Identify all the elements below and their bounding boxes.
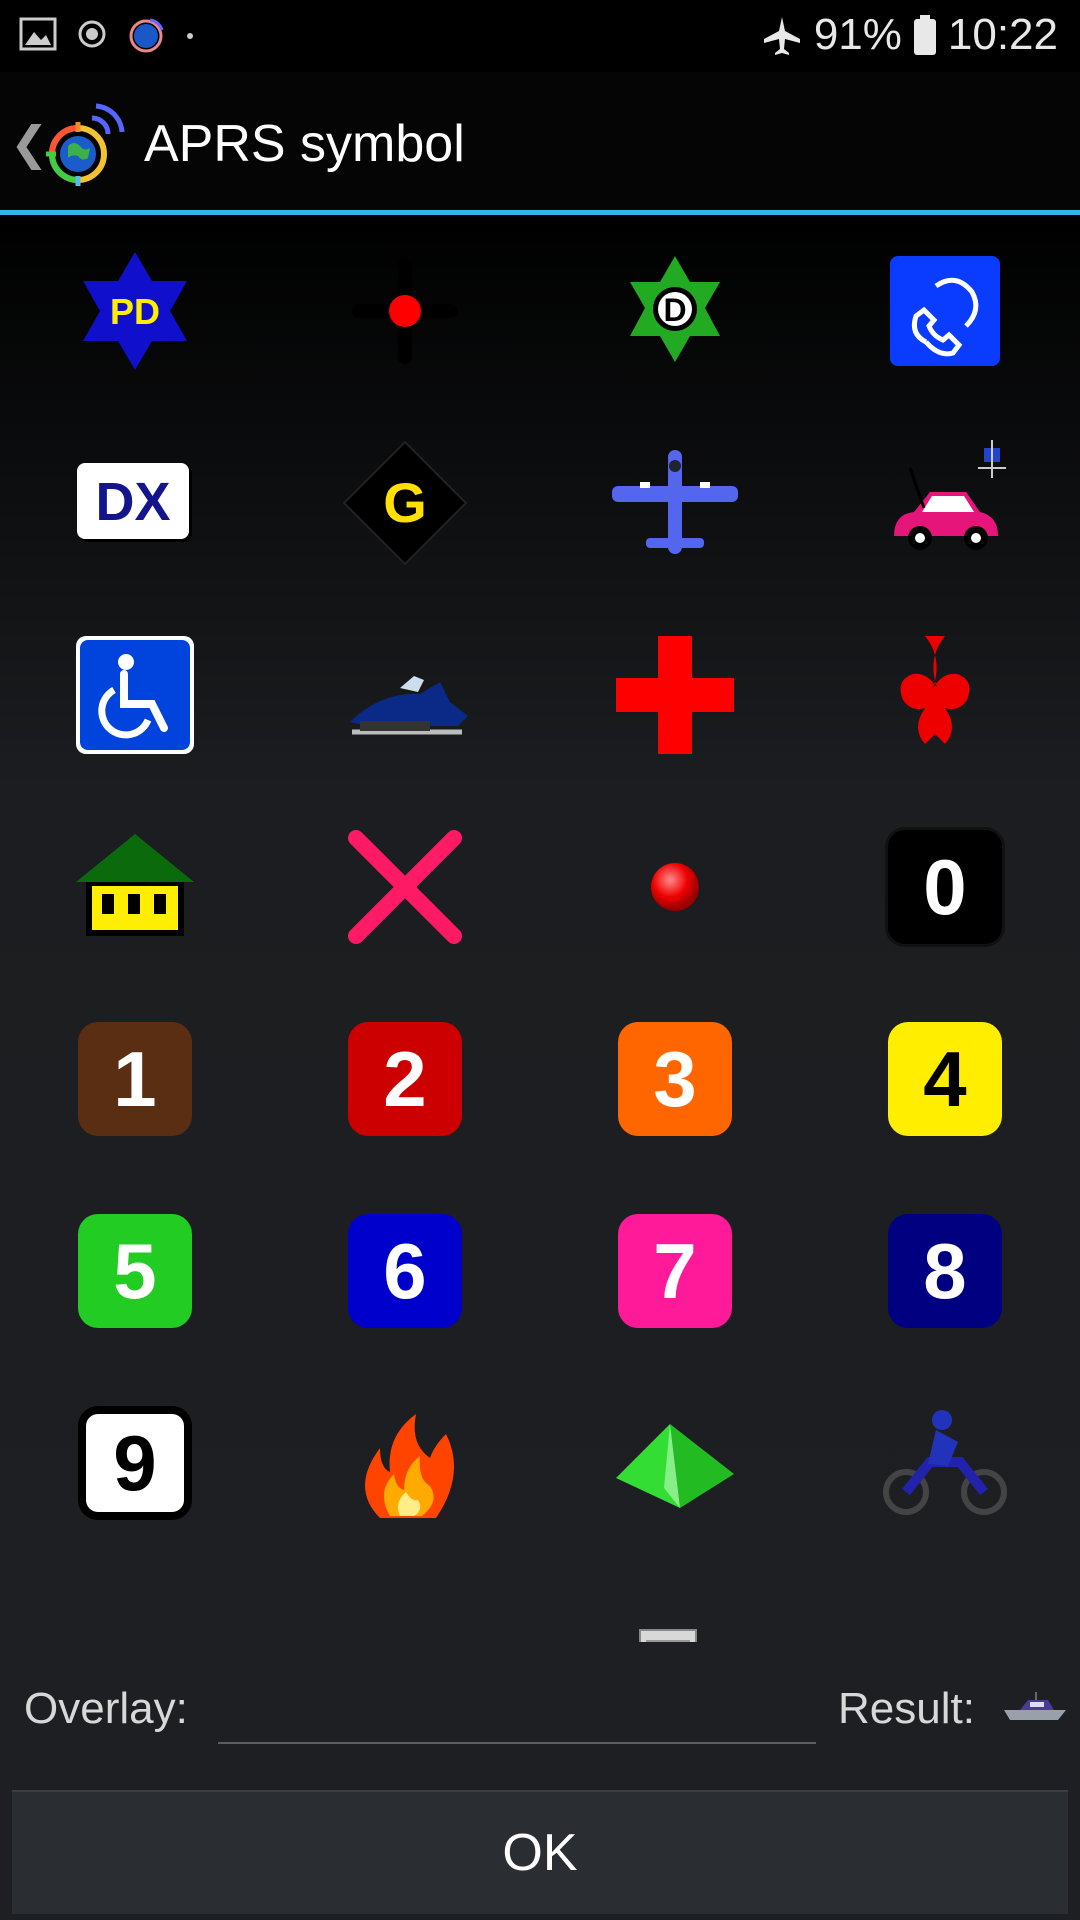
number-7-symbol[interactable]: 7 bbox=[540, 1175, 810, 1367]
server-symbol[interactable] bbox=[540, 1559, 810, 1642]
police-star-label: PD bbox=[110, 291, 160, 332]
number-7-tile: 7 bbox=[618, 1214, 732, 1328]
x-mark-symbol[interactable] bbox=[270, 791, 540, 983]
gateway-diamond-symbol[interactable]: G bbox=[270, 407, 540, 599]
telephone-symbol[interactable] bbox=[810, 215, 1080, 407]
number-5-symbol[interactable]: 5 bbox=[0, 1175, 270, 1367]
number-4-tile: 4 bbox=[888, 1022, 1002, 1136]
snowmobile-symbol[interactable] bbox=[270, 599, 540, 791]
number-6-symbol[interactable]: 6 bbox=[270, 1175, 540, 1367]
motorcycle-symbol[interactable] bbox=[810, 1367, 1080, 1559]
number-8-tile: 8 bbox=[888, 1214, 1002, 1328]
image-icon bbox=[19, 17, 57, 51]
crosshair-dot-symbol[interactable] bbox=[270, 215, 540, 407]
boat-icon bbox=[1004, 1692, 1066, 1720]
number-1-symbol[interactable]: 1 bbox=[0, 983, 270, 1175]
number-4-symbol[interactable]: 4 bbox=[810, 983, 1080, 1175]
red-beacon-symbol[interactable] bbox=[810, 1559, 1080, 1642]
number-0-tile: 0 bbox=[885, 827, 1005, 947]
red-cross-symbol[interactable] bbox=[540, 599, 810, 791]
bottom-panel: Overlay: Result: OK bbox=[0, 1642, 1080, 1920]
police-star-symbol[interactable]: PD bbox=[0, 215, 270, 407]
number-9-tile: 9 bbox=[78, 1406, 192, 1520]
number-3-tile: 3 bbox=[618, 1022, 732, 1136]
tent-symbol[interactable] bbox=[540, 1367, 810, 1559]
symbol-grid: PD D DX G 0 1 2 3 4 5 6 7 8 9 bbox=[0, 215, 1080, 1642]
notification-icons bbox=[18, 14, 200, 54]
house-symbol[interactable] bbox=[0, 791, 270, 983]
result-label: Result: bbox=[838, 1684, 975, 1733]
battery-icon bbox=[913, 15, 936, 55]
battery-percent: 91% bbox=[813, 10, 902, 59]
number-1-tile: 1 bbox=[78, 1022, 192, 1136]
status-bar: 91% 10:22 bbox=[0, 0, 1080, 72]
scout-fleur-de-lis-symbol[interactable] bbox=[810, 599, 1080, 791]
digipeater-star-symbol[interactable]: D bbox=[540, 215, 810, 407]
clock: 10:22 bbox=[947, 10, 1058, 59]
number-2-symbol[interactable]: 2 bbox=[270, 983, 540, 1175]
number-0-symbol[interactable]: 0 bbox=[810, 791, 1080, 983]
fire-symbol[interactable] bbox=[270, 1367, 540, 1559]
airplane-symbol[interactable] bbox=[540, 407, 810, 599]
symbol-grid-scroll[interactable]: PD D DX G 0 1 2 3 4 5 6 7 8 9 bbox=[0, 215, 1080, 1642]
dx-label: DX bbox=[95, 472, 170, 532]
app-globe-icon bbox=[129, 18, 164, 53]
gateway-label: G bbox=[383, 471, 427, 534]
train-symbol[interactable] bbox=[0, 1559, 270, 1642]
number-3-symbol[interactable]: 3 bbox=[540, 983, 810, 1175]
number-8-symbol[interactable]: 8 bbox=[810, 1175, 1080, 1367]
overlay-label: Overlay: bbox=[24, 1684, 188, 1733]
page-title: APRS symbol bbox=[144, 115, 465, 173]
hotspot-icon bbox=[78, 20, 106, 48]
number-6-tile: 6 bbox=[348, 1214, 462, 1328]
mobile-satellite-car-symbol[interactable] bbox=[810, 407, 1080, 599]
overlay-input[interactable] bbox=[218, 1668, 816, 1744]
aprs-globe-logo-icon[interactable] bbox=[36, 96, 132, 192]
number-9-symbol[interactable]: 9 bbox=[0, 1367, 270, 1559]
status-right: 91% 10:22 bbox=[760, 10, 1058, 60]
ok-button[interactable]: OK bbox=[12, 1790, 1068, 1914]
car-symbol[interactable] bbox=[270, 1559, 540, 1642]
airplane-mode-icon bbox=[763, 17, 800, 55]
number-2-tile: 2 bbox=[348, 1022, 462, 1136]
handicap-symbol[interactable] bbox=[0, 599, 270, 791]
dx-symbol[interactable]: DX bbox=[0, 407, 270, 599]
digipeater-star-label: D bbox=[663, 292, 686, 328]
red-dot-symbol[interactable] bbox=[540, 791, 810, 983]
action-bar: ❮ APRS symbol bbox=[0, 72, 1080, 210]
number-5-tile: 5 bbox=[78, 1214, 192, 1328]
dot-icon bbox=[187, 33, 193, 39]
